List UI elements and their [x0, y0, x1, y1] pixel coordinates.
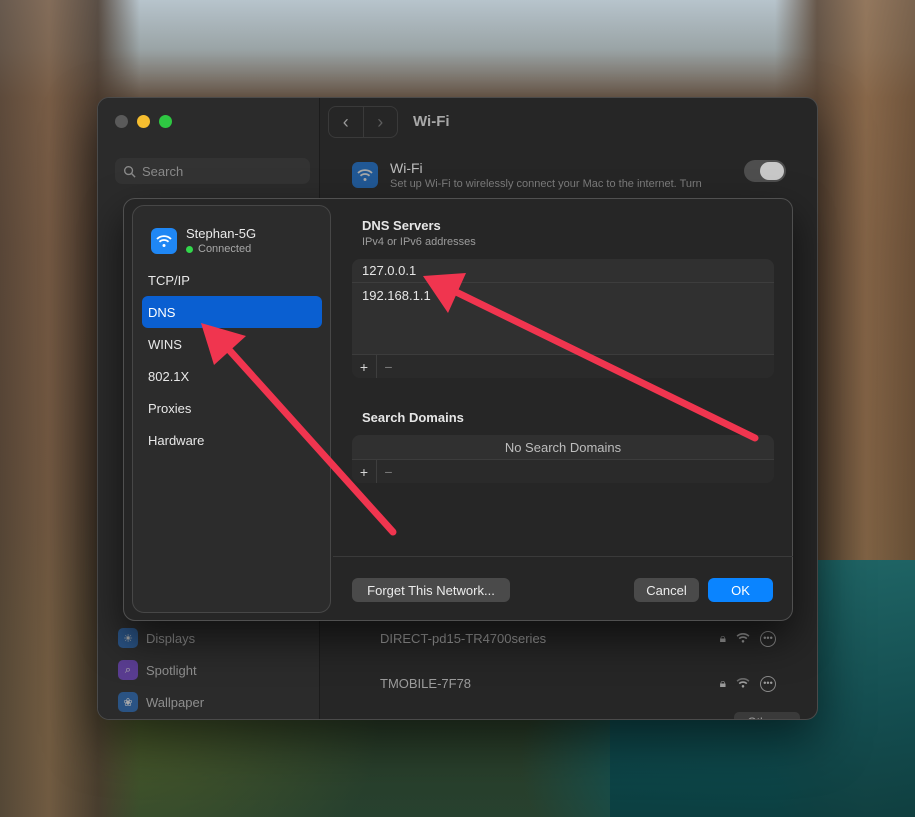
network-header: Stephan-5G Connected	[151, 226, 256, 255]
network-name: Stephan-5G	[186, 226, 257, 241]
sidebar-list: ☀ Displays ⌕ Spotlight ❀ Wallpaper	[118, 622, 204, 718]
tab-hardware[interactable]: Hardware	[142, 424, 322, 456]
search-icon	[123, 165, 136, 178]
dns-servers-subtitle: IPv4 or IPv6 addresses	[362, 236, 476, 248]
add-dns-server-button[interactable]: +	[352, 355, 376, 378]
cancel-button[interactable]: Cancel	[634, 578, 699, 602]
forward-button[interactable]: ›	[362, 107, 398, 137]
remove-search-domain-button[interactable]: −	[376, 460, 400, 483]
sheet-sidebar: Stephan-5G Connected TCP/IP DNS WINS 802…	[132, 205, 331, 613]
wifi-icon	[352, 162, 378, 188]
search-domains-title: Search Domains	[362, 410, 464, 425]
dns-servers-list: 127.0.0.1 192.168.1.1 + −	[352, 259, 774, 378]
dns-server-row[interactable]: 192.168.1.1	[352, 283, 774, 307]
wifi-signal-icon	[736, 632, 750, 646]
more-options-icon[interactable]: •••	[760, 630, 776, 647]
status-dot-icon	[186, 245, 193, 253]
tab-proxies[interactable]: Proxies	[142, 392, 322, 424]
tab-8021x[interactable]: 802.1X	[142, 360, 322, 392]
window-title: Wi-Fi	[413, 113, 450, 130]
network-details-sheet: Stephan-5G Connected TCP/IP DNS WINS 802…	[123, 198, 793, 621]
empty-search-domains-label: No Search Domains	[504, 439, 622, 455]
settings-tabs: TCP/IP DNS WINS 802.1X Proxies Hardware	[142, 264, 322, 456]
search-domains-list: No Search Domains + −	[352, 435, 774, 483]
wifi-signal-icon	[736, 677, 750, 691]
dns-list-footer: + −	[352, 354, 774, 378]
status-label: Connected	[198, 243, 252, 255]
back-button[interactable]: ‹	[329, 107, 363, 137]
lock-icon: 🔒︎	[719, 676, 726, 690]
wifi-icon	[151, 227, 177, 254]
wifi-toggle[interactable]	[744, 160, 786, 182]
sidebar-item-label: Spotlight	[146, 662, 197, 678]
sun-icon: ☀	[118, 628, 138, 648]
sidebar-item-label: Wallpaper	[146, 694, 205, 710]
network-row[interactable]: TMOBILE-7F78 🔒︎ •••	[340, 661, 798, 706]
navigation-buttons: ‹ ›	[328, 106, 398, 138]
remove-dns-server-button[interactable]: −	[376, 355, 400, 378]
wifi-title: Wi-Fi	[390, 160, 423, 176]
wifi-description: Set up Wi-Fi to wirelessly connect your …	[390, 178, 702, 190]
network-name: DIRECT-pd15-TR4700series	[380, 631, 547, 646]
settings-search-input[interactable]: Search	[115, 158, 310, 184]
forget-network-button[interactable]: Forget This Network...	[352, 578, 510, 602]
flower-icon: ❀	[118, 692, 138, 712]
footer-divider	[333, 556, 793, 557]
network-list: DIRECT-pd15-TR4700series 🔒︎ ••• TMOBILE-…	[340, 616, 798, 706]
search-domains-footer: + −	[352, 459, 774, 483]
sidebar-item-label: Displays	[146, 630, 196, 646]
dns-servers-title: DNS Servers	[362, 218, 441, 233]
minimize-window-button[interactable]	[137, 115, 150, 128]
network-name: TMOBILE-7F78	[380, 676, 472, 691]
ok-button[interactable]: OK	[708, 578, 773, 602]
network-row[interactable]: DIRECT-pd15-TR4700series 🔒︎ •••	[340, 616, 798, 661]
dns-server-row[interactable]: 127.0.0.1	[352, 259, 774, 283]
sidebar-item-wallpaper[interactable]: ❀ Wallpaper	[118, 686, 204, 718]
more-options-icon[interactable]: •••	[760, 675, 776, 692]
maximize-window-button[interactable]	[159, 115, 172, 128]
search-placeholder: Search	[142, 163, 184, 179]
window-controls	[115, 115, 172, 128]
close-window-button[interactable]	[115, 115, 128, 128]
sidebar-item-spotlight[interactable]: ⌕ Spotlight	[118, 654, 204, 686]
other-network-button[interactable]: Other...	[734, 712, 800, 719]
lock-icon: 🔒︎	[719, 631, 726, 645]
tab-dns[interactable]: DNS	[142, 296, 322, 328]
add-search-domain-button[interactable]: +	[352, 460, 376, 483]
tab-tcpip[interactable]: TCP/IP	[142, 264, 322, 296]
magnifier-icon: ⌕	[118, 660, 138, 680]
sidebar-item-displays[interactable]: ☀ Displays	[118, 622, 204, 654]
tab-wins[interactable]: WINS	[142, 328, 322, 360]
connection-status: Connected	[186, 243, 256, 255]
